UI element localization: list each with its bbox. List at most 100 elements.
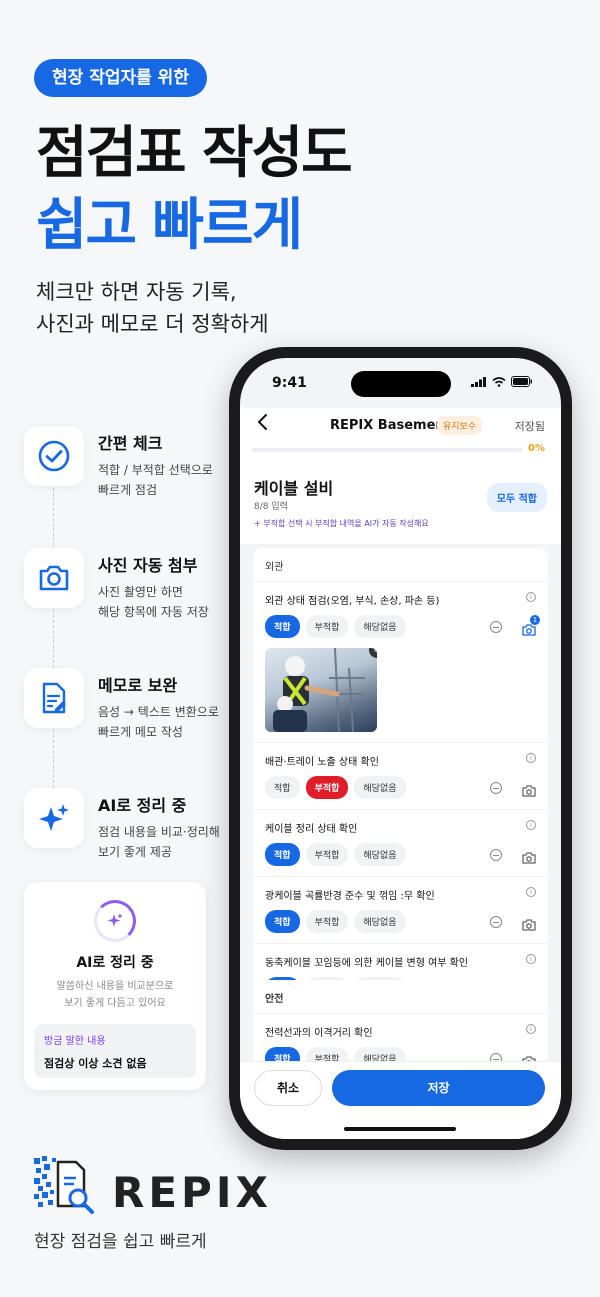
feature-desc-line: 사진 촬영만 하면 bbox=[98, 585, 183, 599]
signal-icon bbox=[471, 376, 486, 387]
brand-tagline: 현장 점검을 쉽고 빠르게 bbox=[34, 1232, 207, 1252]
option-compliant[interactable]: 적합 bbox=[265, 615, 300, 638]
option-na[interactable]: 해당없음 bbox=[354, 776, 406, 799]
item-label: 외관 상태 점검(오염, 부식, 손상, 파손 등) bbox=[265, 596, 440, 607]
sub-copy-line1: 체크만 하면 자동 기록, bbox=[36, 280, 237, 304]
status-badge: 유지보수 bbox=[437, 416, 483, 435]
remove-icon[interactable] bbox=[490, 848, 502, 861]
feature-desc-line: 빠르게 점검 bbox=[98, 483, 158, 497]
ai-status-card: AI로 정리 중 말씀하신 내용을 비교분으로 보기 좋게 다듬고 있어요 방금… bbox=[24, 882, 206, 1090]
item-label: 케이블 정리 상태 확인 bbox=[265, 824, 358, 835]
feature-ai-organize: AI로 정리 중 점검 내용을 비교·정리해 보기 좋게 제공 bbox=[24, 788, 228, 862]
sub-copy: 체크만 하면 자동 기록, 사진과 메모로 더 정확하게 bbox=[36, 276, 269, 340]
section-count: 8/8 입력 bbox=[254, 502, 288, 512]
ai-card-desc-line: 말씀하신 내용을 비교분으로 bbox=[56, 981, 174, 992]
option-na[interactable]: 해당없음 bbox=[354, 615, 406, 638]
feature-desc: 적합 / 부적합 선택으로 빠르게 점검 bbox=[98, 460, 228, 500]
feature-easy-check: 간편 체크 적합 / 부적합 선택으로 빠르게 점검 bbox=[24, 426, 228, 500]
home-indicator bbox=[344, 1127, 456, 1131]
info-icon[interactable]: i bbox=[526, 592, 536, 602]
ai-transcript-label: 방금 말한 내용 bbox=[44, 1036, 106, 1047]
feature-desc-line: 해당 항목에 자동 저장 bbox=[98, 605, 209, 619]
cancel-button[interactable]: 취소 bbox=[254, 1070, 322, 1106]
option-noncompliant[interactable]: 부적합 bbox=[305, 776, 349, 799]
section-title: 케이블 설비 bbox=[254, 479, 334, 498]
checklist-item: 광케이블 곡률반경 준수 및 꺾임 :무 확인 i 적합 부적합 해당없음 bbox=[253, 877, 548, 944]
feature-desc-line: 점검 내용을 비교·정리해 bbox=[98, 825, 220, 839]
group-title: 안전 bbox=[253, 980, 548, 1014]
saved-indicator: 저장됨 bbox=[514, 420, 545, 433]
ai-hint: + 부적합 선택 시 부적합 내역을 AI가 자동 작성해요 bbox=[254, 519, 429, 528]
camera-icon[interactable]: 1 bbox=[522, 614, 540, 636]
brand-name: REPIX bbox=[112, 1168, 272, 1217]
option-na[interactable]: 해당없음 bbox=[354, 910, 406, 933]
all-compliant-button[interactable]: 모두 적합 bbox=[486, 483, 547, 512]
camera-icon[interactable] bbox=[522, 782, 536, 797]
ai-transcript-value: 점검상 이상 소견 없음 bbox=[44, 1057, 147, 1070]
save-button[interactable]: 저장 bbox=[332, 1070, 545, 1106]
feature-desc-line: 보기 좋게 제공 bbox=[98, 845, 172, 859]
feature-desc: 점검 내용을 비교·정리해 보기 좋게 제공 bbox=[98, 822, 228, 862]
feature-title: 사진 자동 첨부 bbox=[98, 556, 198, 575]
remove-icon[interactable] bbox=[490, 620, 502, 633]
option-compliant[interactable]: 적합 bbox=[265, 776, 300, 799]
repix-logo-icon bbox=[32, 1154, 100, 1216]
status-time: 9:41 bbox=[272, 375, 307, 391]
item-label: 동축케이블 꼬임등에 의한 케이블 변형 여부 확인 bbox=[265, 958, 469, 969]
headline-line2: 쉽고 빠르게 bbox=[36, 193, 303, 258]
chevron-left-icon bbox=[258, 414, 267, 430]
top-nav: REPIX Basement 유지보수 저장됨 bbox=[240, 408, 561, 444]
checklist-item: 케이블 정리 상태 확인 i 적합 부적합 해당없음 bbox=[253, 810, 548, 877]
feature-title: 메모로 보완 bbox=[98, 676, 178, 695]
remove-icon[interactable] bbox=[490, 915, 502, 928]
feature-desc-line: 빠르게 메모 작성 bbox=[98, 725, 183, 739]
progress-bar bbox=[252, 448, 522, 452]
sparkle-icon bbox=[24, 788, 84, 848]
feature-desc: 음성 → 텍스트 변환으로 빠르게 메모 작성 bbox=[98, 702, 228, 742]
headline-line1: 점검표 작성도 bbox=[36, 121, 353, 186]
info-icon[interactable]: i bbox=[526, 753, 536, 763]
audience-pill: 현장 작업자를 위한 bbox=[34, 59, 207, 97]
camera-icon[interactable] bbox=[522, 849, 536, 864]
info-icon[interactable]: i bbox=[526, 820, 536, 830]
camera-icon[interactable] bbox=[522, 916, 536, 931]
dynamic-island bbox=[351, 371, 451, 397]
info-icon[interactable]: i bbox=[526, 954, 536, 964]
checklist-item: 배관·트레이 노출 상태 확인 i 적합 부적합 해당없음 bbox=[253, 743, 548, 810]
group-title: 외관 bbox=[253, 548, 548, 582]
option-compliant[interactable]: 적합 bbox=[265, 910, 300, 933]
option-na[interactable]: 해당없음 bbox=[354, 843, 406, 866]
checklist-group-card: 외관 외관 상태 점검(오염, 부식, 손상, 파손 등) i 적합 부적합 해… bbox=[253, 548, 548, 1010]
phone-screen: 9:41 REPIX Basement 유지보수 저장됨 0% 케이블 설비 8… bbox=[240, 358, 561, 1139]
loading-spinner-icon bbox=[94, 900, 136, 942]
ai-card-desc-line: 보기 좋게 다듬고 있어요 bbox=[64, 998, 166, 1009]
progress-percent: 0% bbox=[528, 443, 545, 454]
remove-icon[interactable] bbox=[490, 781, 502, 794]
feature-desc: 사진 촬영만 하면 해당 항목에 자동 저장 bbox=[98, 582, 228, 622]
worker-photo-icon bbox=[273, 648, 365, 732]
bottom-action-bar: 취소 저장 bbox=[240, 1061, 561, 1139]
feature-title: AI로 정리 중 bbox=[98, 796, 187, 815]
option-noncompliant[interactable]: 부적합 bbox=[305, 615, 349, 638]
camera-icon bbox=[24, 548, 84, 608]
info-icon[interactable]: i bbox=[526, 1024, 536, 1034]
option-compliant[interactable]: 적합 bbox=[265, 843, 300, 866]
item-label: 전력선과의 이격거리 확인 bbox=[265, 1028, 373, 1039]
phone-mockup: 9:41 REPIX Basement 유지보수 저장됨 0% 케이블 설비 8… bbox=[229, 347, 572, 1150]
battery-icon bbox=[511, 376, 532, 387]
attached-photo[interactable]: × bbox=[265, 648, 377, 732]
option-noncompliant[interactable]: 부적합 bbox=[305, 910, 349, 933]
wifi-icon bbox=[492, 376, 506, 387]
check-circle-icon bbox=[24, 426, 84, 486]
back-button[interactable] bbox=[256, 412, 268, 437]
feature-desc-line: 적합 / 부적합 선택으로 bbox=[98, 463, 213, 477]
memo-icon bbox=[24, 668, 84, 728]
page-title: REPIX Basement bbox=[330, 418, 451, 433]
ai-card-title: AI로 정리 중 bbox=[76, 955, 154, 971]
feature-desc-line: 음성 → 텍스트 변환으로 bbox=[98, 705, 219, 719]
checklist-item: 외관 상태 점검(오염, 부식, 손상, 파손 등) i 적합 부적합 해당없음… bbox=[253, 582, 548, 743]
info-icon[interactable]: i bbox=[526, 887, 536, 897]
photo-count-badge: 1 bbox=[530, 614, 540, 625]
ai-card-desc: 말씀하신 내용을 비교분으로 보기 좋게 다듬고 있어요 bbox=[24, 978, 206, 1012]
option-noncompliant[interactable]: 부적합 bbox=[305, 843, 349, 866]
